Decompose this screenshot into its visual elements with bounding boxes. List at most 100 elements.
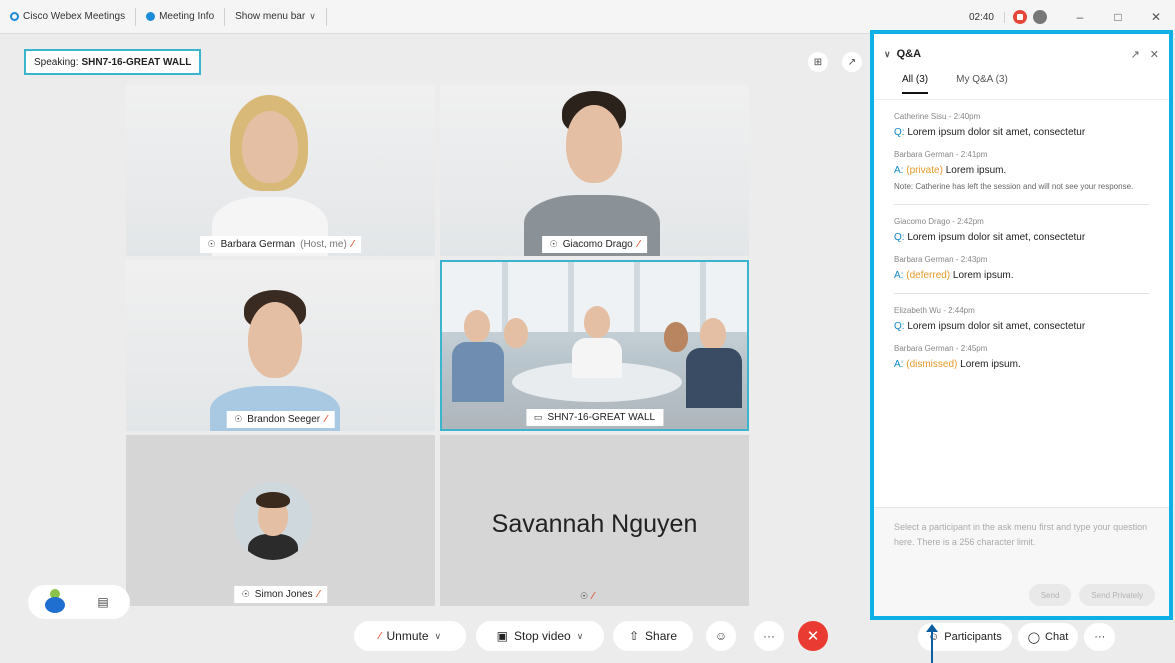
app-title: Cisco Webex Meetings [0, 7, 137, 26]
video-tile-simon[interactable]: ☉ Simon Jones ⁄ [126, 435, 435, 606]
chevron-down-icon: ∨ [576, 630, 584, 641]
layout-icon[interactable]: ⊞ [808, 52, 828, 72]
collapse-chevron-icon[interactable]: ∨ [884, 49, 891, 60]
recording-icon[interactable] [1013, 10, 1027, 24]
tab-all[interactable]: All (3) [902, 74, 929, 94]
muted-mic-icon: ⁄ [637, 239, 640, 250]
tab-my-qa[interactable]: My Q&A (3) [956, 74, 1008, 92]
close-icon[interactable]: ✕ [1150, 48, 1159, 61]
qa-tabs: All (3) My Q&A (3) [874, 74, 1169, 100]
answerer-meta: Barbara German - 2:43pm [894, 255, 988, 264]
participant-name: Simon Jones [254, 589, 313, 600]
webex-assistant-icon[interactable] [42, 589, 68, 615]
end-meeting-button[interactable]: ✕ [798, 621, 828, 651]
audio-icon: ☉ [234, 414, 243, 424]
send-button[interactable]: Send [1028, 584, 1072, 606]
asker-meta: Catherine Sisu - 2:40pm [894, 112, 981, 121]
room-device-icon: ▭ [533, 412, 543, 422]
panel-controls: ☺ Participants ◯ Chat ··· [918, 620, 1116, 654]
nameplate: ☉ Barbara German (Host, me) ⁄ [199, 236, 362, 253]
q-prefix: Q: [894, 232, 905, 243]
share-label: Share [645, 629, 678, 643]
qa-item: Catherine Sisu - 2:40pm Q: Lorem ipsum d… [894, 100, 1149, 205]
avatar [234, 482, 312, 560]
video-tile-brandon[interactable]: ☉ Brandon Seeger ⁄ [126, 260, 435, 431]
stop-video-button[interactable]: ▣ Stop video ∨ [476, 621, 604, 651]
more-options-button[interactable]: ··· [754, 621, 784, 651]
nameplate: ☉ Giacomo Drago ⁄ [541, 236, 648, 253]
show-menu-bar-button[interactable]: Show menu bar ∨ [225, 7, 327, 26]
video-tile-giacomo[interactable]: ☉ Giacomo Drago ⁄ [440, 85, 749, 256]
question-line: Q: Lorem ipsum dolor sit amet, consectet… [894, 127, 1149, 138]
share-button[interactable]: ⇧ Share [613, 621, 693, 651]
person-icon: ☺ [928, 631, 940, 643]
send-row: Send Send Privately [1028, 584, 1155, 606]
send-privately-button[interactable]: Send Privately [1079, 584, 1155, 606]
meeting-info-label: Meeting Info [159, 11, 215, 22]
title-bar: Cisco Webex Meetings Meeting Info Show m… [0, 0, 1175, 34]
status-icon[interactable] [1033, 10, 1047, 24]
qa-item: Giacomo Drago - 2:42pm Q: Lorem ipsum do… [894, 205, 1149, 294]
answer-line: A: (private) Lorem ipsum. [894, 165, 1149, 176]
a-prefix: A: [894, 270, 904, 281]
stop-video-label: Stop video [514, 629, 571, 643]
video-tile-room[interactable]: ▭ SHN7-16-GREAT WALL [440, 260, 749, 431]
video-tile-savannah[interactable]: Savannah Nguyen ☉ ⁄ [440, 435, 749, 606]
question-text: Lorem ipsum dolor sit amet, consectetur [907, 232, 1086, 243]
unmute-button[interactable]: ⁄ Unmute ∨ [354, 621, 466, 651]
q-prefix: Q: [894, 127, 905, 138]
chevron-down-icon: ∨ [434, 630, 442, 641]
chat-label: Chat [1045, 631, 1069, 643]
reactions-icon[interactable]: ☺ [706, 621, 736, 651]
video-stage: Speaking: SHN7-16-GREAT WALL ⊞ ↗ ☉ Barba… [0, 34, 870, 663]
meeting-time: 02:40 [959, 11, 1005, 23]
chevron-down-icon: ∨ [309, 11, 316, 21]
webex-logo-icon [10, 12, 19, 21]
audio-icon: ☉ [241, 589, 250, 599]
qa-header: ∨ Q&A ↗ ✕ [874, 34, 1169, 74]
qa-panel: ∨ Q&A ↗ ✕ All (3) My Q&A (3) Catherine S… [870, 30, 1173, 620]
answer-status: (deferred) [906, 270, 951, 281]
answer-line: A: (deferred) Lorem ipsum. [894, 270, 1149, 281]
video-camera-icon: ▣ [496, 629, 509, 643]
nameplate: ☉ Simon Jones ⁄ [233, 586, 328, 603]
video-tile-barbara[interactable]: ☉ Barbara German (Host, me) ⁄ [126, 85, 435, 256]
answer-text: Lorem ipsum. [945, 165, 1007, 176]
audio-icon: ☉ [549, 239, 558, 249]
app-name: Cisco Webex Meetings [23, 11, 126, 22]
participant-role: (Host, me) [300, 239, 347, 250]
muted-mic-icon: ⁄ [351, 239, 354, 250]
close-window-button[interactable]: ✕ [1137, 10, 1175, 24]
popout-icon[interactable]: ↗ [842, 52, 862, 72]
question-line: Q: Lorem ipsum dolor sit amet, consectet… [894, 321, 1149, 332]
captions-icon[interactable]: ▤ [88, 587, 118, 617]
participant-name: Giacomo Drago [562, 239, 633, 250]
question-line: Q: Lorem ipsum dolor sit amet, consectet… [894, 232, 1149, 243]
speaking-prefix: Speaking: [34, 56, 79, 68]
share-icon: ⇧ [628, 629, 640, 643]
muted-mic-icon: ⁄ [325, 414, 327, 425]
a-prefix: A: [894, 165, 904, 176]
maximize-button[interactable]: □ [1099, 10, 1137, 24]
nameplate: ☉ Brandon Seeger ⁄ [226, 411, 335, 428]
participant-name: Barbara German [220, 239, 296, 250]
show-menu-bar-label: Show menu bar [235, 11, 306, 22]
answer-text: Lorem ipsum. [952, 270, 1014, 281]
asker-meta: Elizabeth Wu - 2:44pm [894, 306, 975, 315]
meeting-info-button[interactable]: Meeting Info [136, 7, 226, 26]
panel-more-button[interactable]: ··· [1084, 623, 1116, 651]
speaking-name: SHN7-16-GREAT WALL [81, 56, 192, 68]
answer-status: (dismissed) [906, 359, 958, 370]
speaking-indicator: Speaking: SHN7-16-GREAT WALL [24, 49, 202, 75]
minimize-button[interactable]: – [1061, 10, 1099, 24]
muted-mic-icon: ⁄ [317, 589, 320, 600]
popout-icon[interactable]: ↗ [1131, 48, 1140, 61]
audio-icon: ☉ [207, 239, 216, 249]
participant-name: SHN7-16-GREAT WALL [547, 412, 656, 423]
question-input[interactable]: Select a participant in the ask menu fir… [874, 507, 1169, 616]
answerer-meta: Barbara German - 2:45pm [894, 344, 988, 353]
answer-note: Note: Catherine has left the session and… [894, 182, 1134, 191]
chat-button[interactable]: ◯ Chat [1017, 623, 1079, 651]
participant-name-large: Savannah Nguyen [491, 510, 698, 538]
callout-line [931, 630, 933, 663]
